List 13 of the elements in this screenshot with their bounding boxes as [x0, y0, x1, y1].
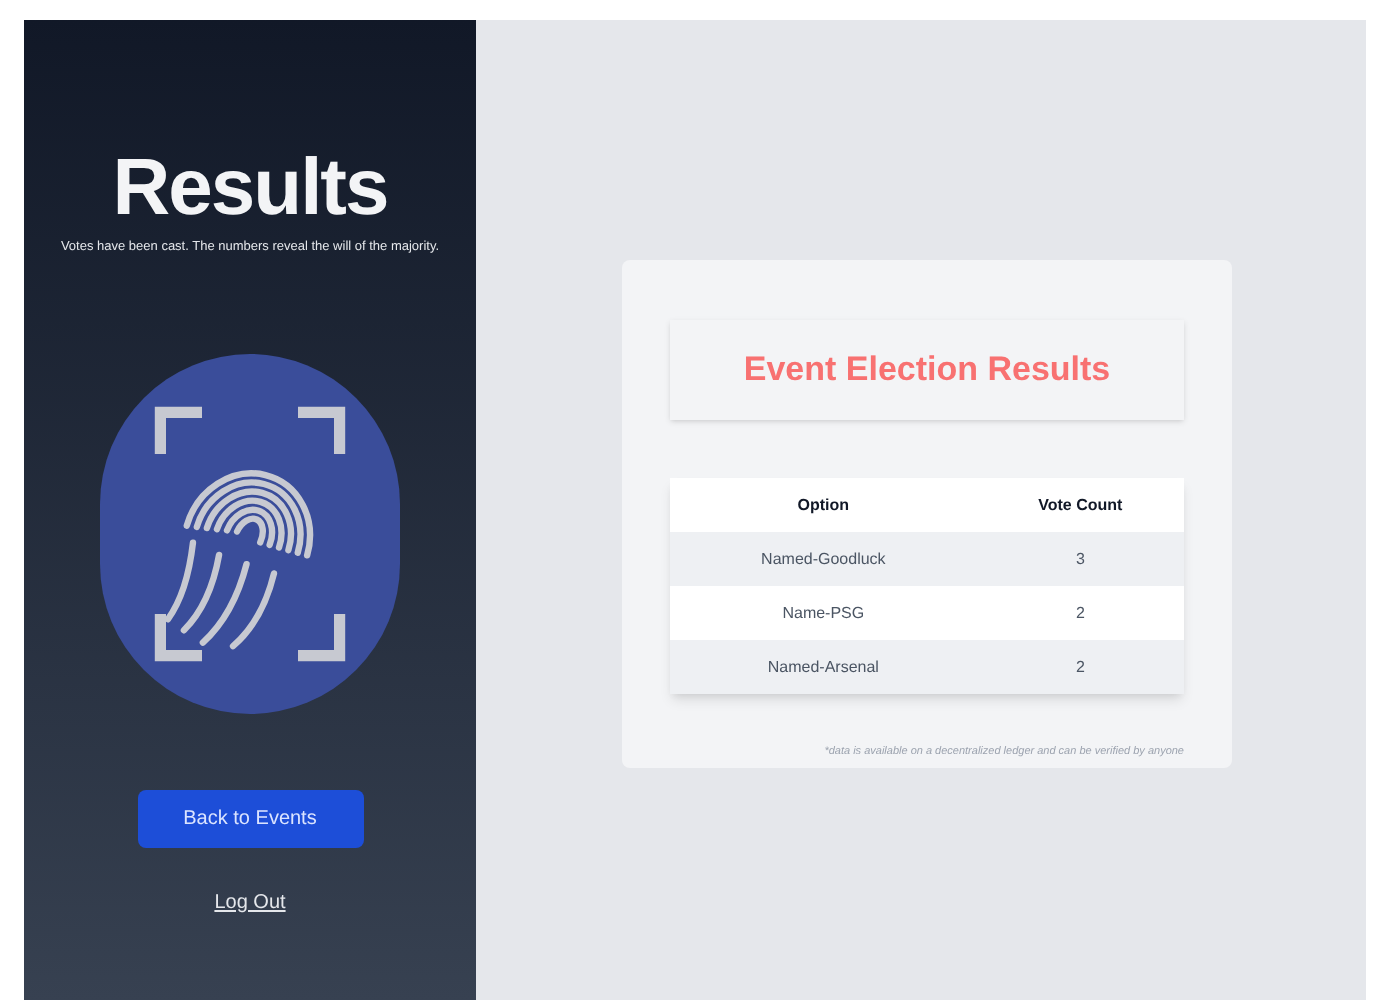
table-cell: Named-Goodluck	[670, 532, 977, 586]
fingerprint-icon	[154, 405, 346, 662]
table-cell: Name-PSG	[670, 586, 977, 640]
page-title: Results	[112, 144, 388, 232]
logout-link[interactable]: Log Out	[214, 887, 286, 918]
back-button[interactable]: Back to Events	[137, 789, 363, 848]
column-header: Option	[670, 478, 977, 532]
table-cell: Named-Arsenal	[670, 640, 977, 694]
card-title: Event Election Results	[743, 348, 1111, 393]
table-cell: 2	[976, 640, 1184, 694]
table-cell: 3	[976, 532, 1184, 586]
column-header: Vote Count	[976, 478, 1184, 532]
table-cell: 2	[976, 586, 1184, 640]
